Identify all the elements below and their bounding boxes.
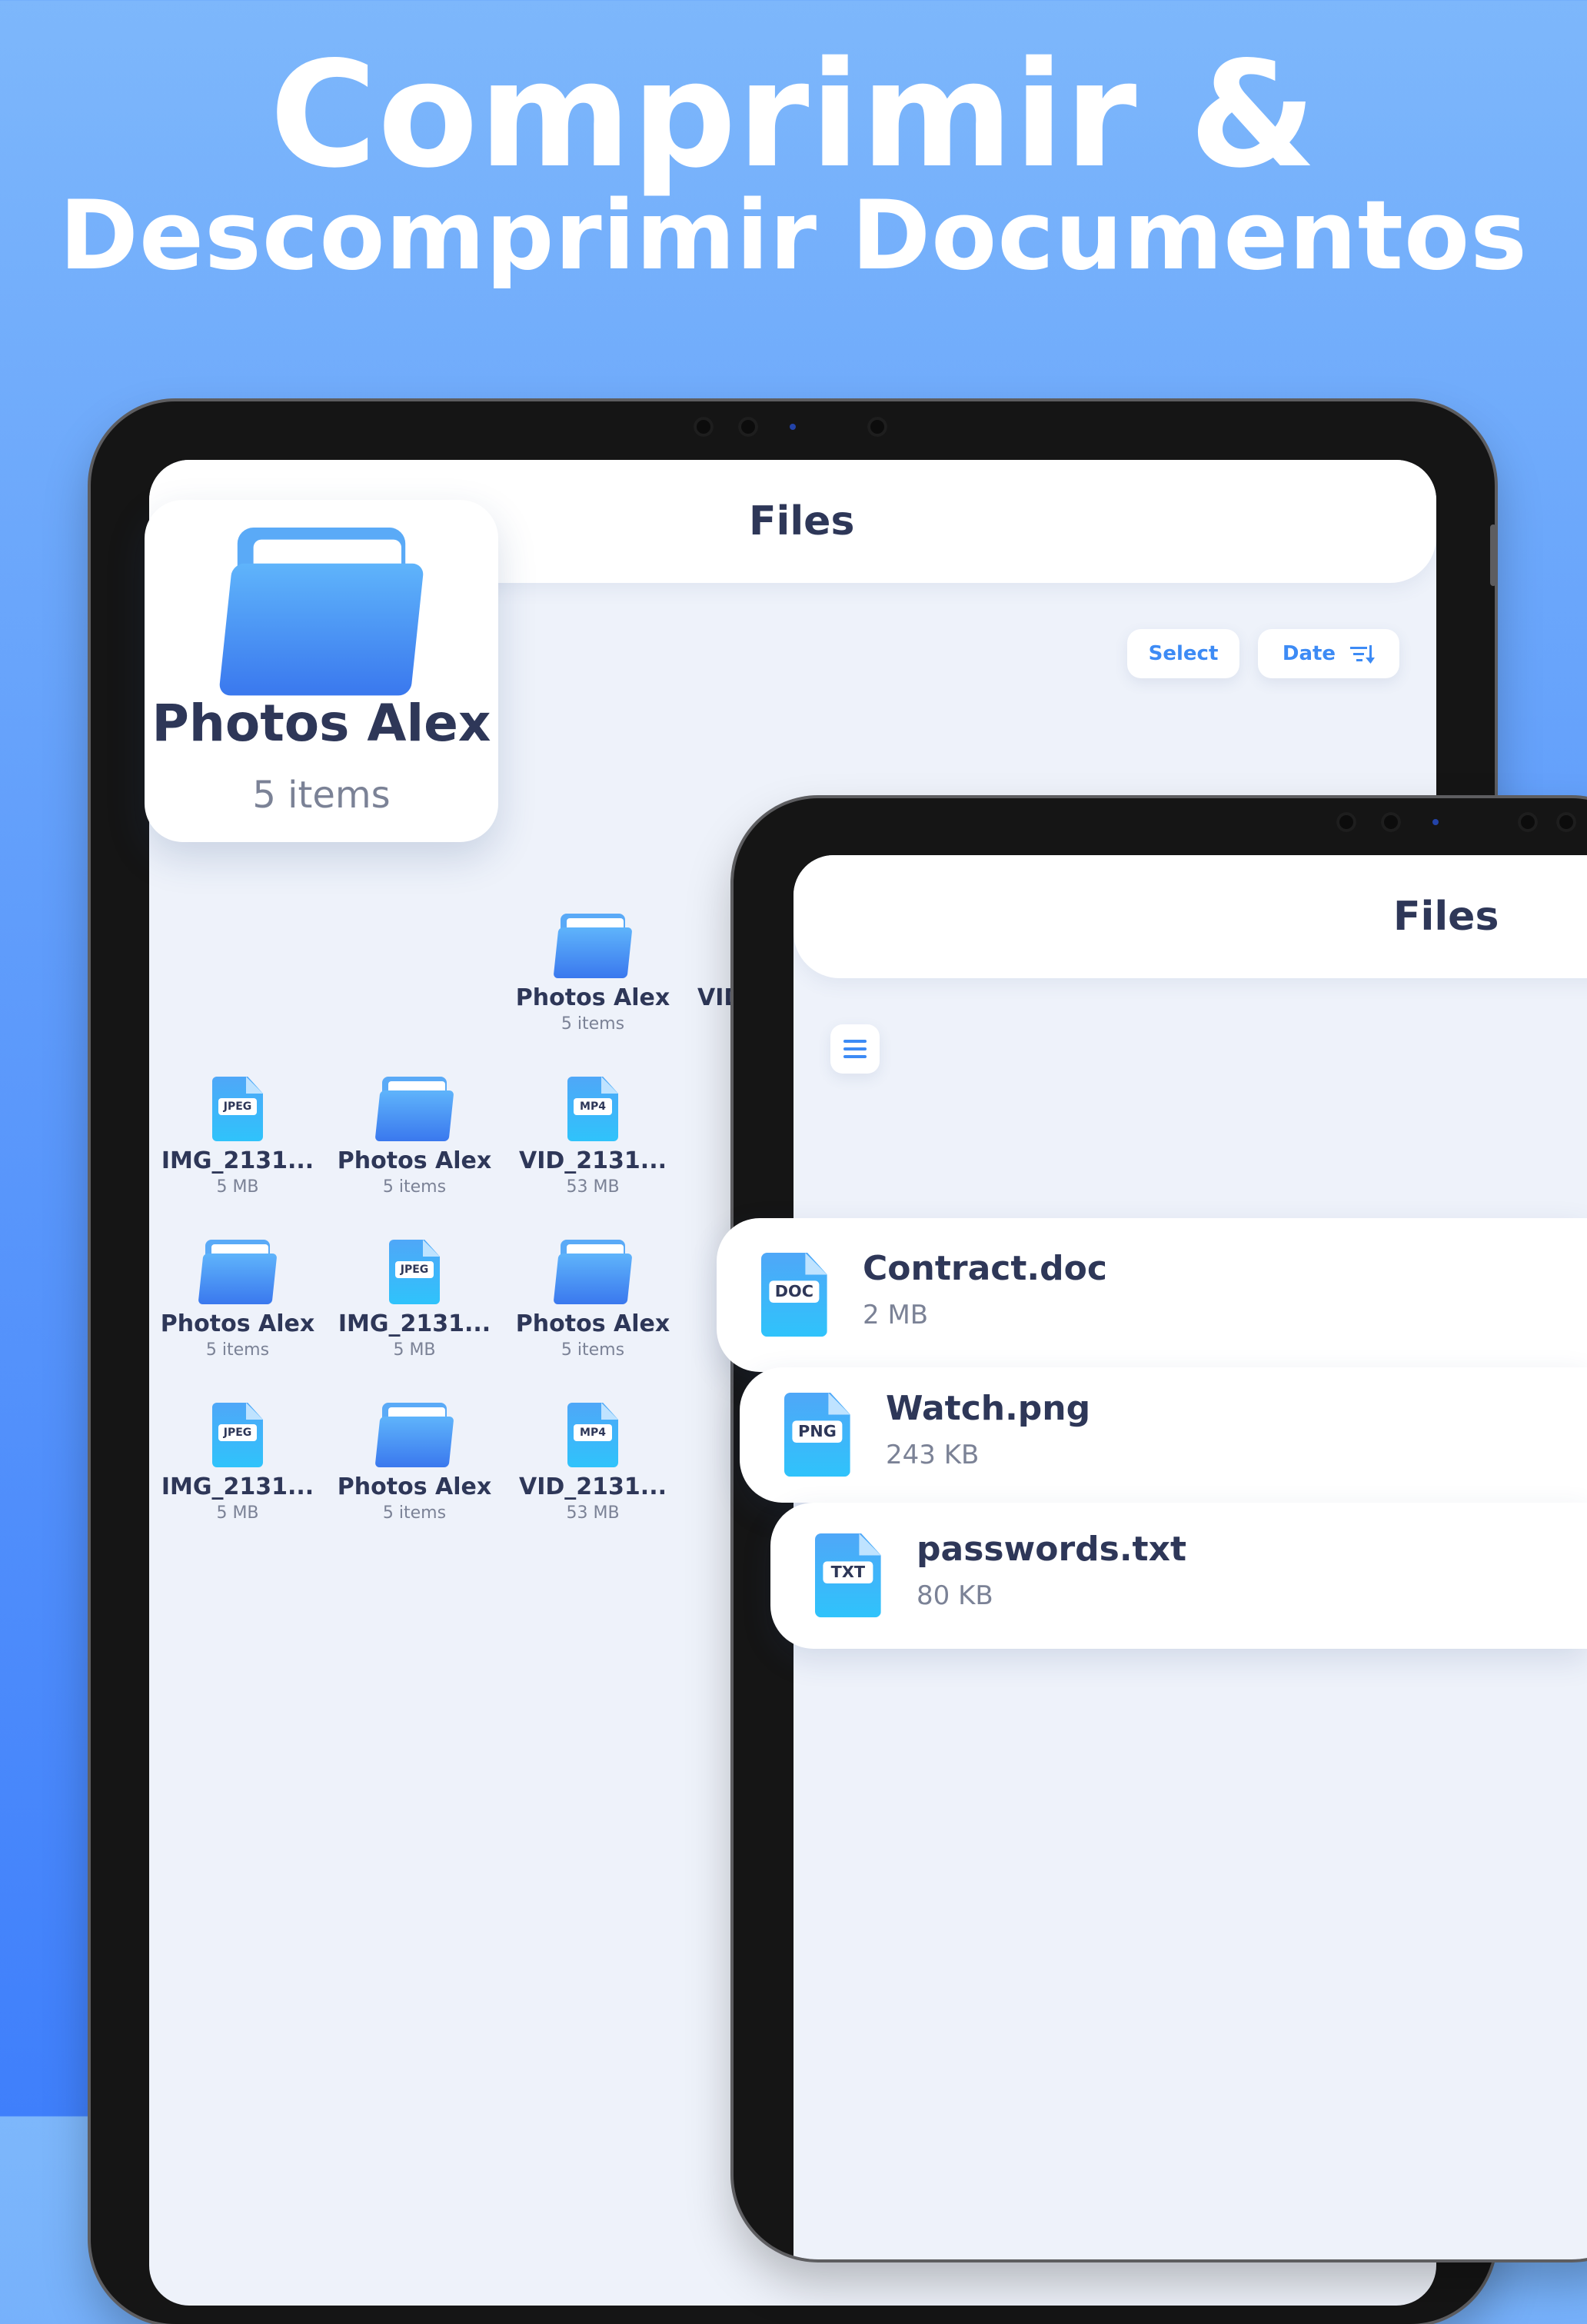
item-name: Photos Alex xyxy=(160,1310,315,1337)
page-title: Files xyxy=(1393,894,1499,940)
file-size: 243 KB xyxy=(886,1440,980,1470)
camera-dot xyxy=(867,417,887,437)
file-type-tag: MP4 xyxy=(574,1424,612,1441)
png-file-icon: PNG xyxy=(784,1393,850,1477)
file-row-watch[interactable]: PNG Watch.png 243 KB xyxy=(740,1367,1587,1503)
folder-icon xyxy=(374,1403,454,1467)
item-name: Photos Alex xyxy=(337,1473,492,1500)
file-type-tag: JPEG xyxy=(218,1098,257,1115)
file-type-tag: JPEG xyxy=(218,1424,257,1441)
item-meta: 5 items xyxy=(205,1340,270,1360)
select-label: Select xyxy=(1148,642,1219,665)
jpeg-file-icon: JPEG xyxy=(389,1240,440,1304)
item-meta: 5 items xyxy=(561,1340,625,1360)
file-name: passwords.txt xyxy=(917,1530,1186,1569)
camera-dot xyxy=(1336,812,1356,832)
jpeg-file-icon: JPEG xyxy=(212,1403,263,1467)
item-name: Photos Alex xyxy=(337,1147,492,1174)
item-meta: 53 MB xyxy=(566,1503,620,1523)
files-header: Files xyxy=(794,855,1587,978)
preview-subtitle: 5 items xyxy=(252,774,391,817)
item-name: VID_2131... xyxy=(519,1473,667,1500)
hamburger-menu-icon[interactable] xyxy=(830,1024,880,1074)
item-meta: 53 MB xyxy=(566,1177,620,1197)
file-size: 2 MB xyxy=(863,1300,929,1330)
grid-folder-item[interactable]: Photos Alex 5 items xyxy=(326,1403,503,1523)
mp4-file-icon: MP4 xyxy=(567,1403,618,1467)
item-name: Photos Alex xyxy=(515,1310,670,1337)
doc-file-icon: DOC xyxy=(761,1253,827,1337)
item-name: VID_2131... xyxy=(519,1147,667,1174)
sort-icon xyxy=(1350,644,1376,664)
camera-dot xyxy=(1518,812,1538,832)
camera-led xyxy=(1432,819,1439,825)
item-name: Photos Alex xyxy=(515,984,670,1011)
mp4-file-icon: MP4 xyxy=(567,1077,618,1141)
folder-preview-card[interactable]: Photos Alex 5 items xyxy=(145,500,498,842)
item-name: IMG_2131... xyxy=(161,1473,314,1500)
grid-folder-item[interactable]: Photos Alex 5 items xyxy=(326,1077,503,1197)
file-type-tag: MP4 xyxy=(574,1098,612,1115)
item-meta: 5 MB xyxy=(393,1340,436,1360)
grid-folder-item[interactable]: Photos Alex 5 items xyxy=(504,1240,681,1360)
select-button[interactable]: Select xyxy=(1127,629,1239,678)
file-name: Contract.doc xyxy=(863,1249,1107,1288)
file-name: Watch.png xyxy=(886,1389,1091,1428)
file-row-contract[interactable]: DOC Contract.doc 2 MB xyxy=(717,1218,1587,1372)
file-type-tag: PNG xyxy=(792,1420,843,1443)
folder-icon xyxy=(218,528,424,696)
date-label: Date xyxy=(1282,642,1336,665)
txt-file-icon: TXT xyxy=(815,1533,881,1618)
page-title: Files xyxy=(749,498,855,544)
file-size: 80 KB xyxy=(917,1580,993,1611)
preview-title: Photos Alex xyxy=(151,694,491,753)
item-meta: 5 MB xyxy=(216,1503,259,1523)
file-type-tag: DOC xyxy=(769,1280,820,1303)
folder-icon xyxy=(553,914,633,978)
item-name: IMG_2131... xyxy=(161,1147,314,1174)
folder-icon xyxy=(374,1077,454,1141)
file-row-passwords[interactable]: TXT passwords.txt 80 KB xyxy=(770,1503,1587,1649)
grid-folder-item[interactable]: Photos Alex 5 items xyxy=(149,1240,326,1360)
item-name: IMG_2131... xyxy=(338,1310,491,1337)
grid-file-item[interactable]: MP4 VID_2131... 53 MB xyxy=(504,1403,681,1523)
item-meta: 5 items xyxy=(382,1177,447,1197)
file-type-tag: JPEG xyxy=(395,1261,434,1278)
item-meta: 5 items xyxy=(382,1503,447,1523)
camera-dot xyxy=(1381,812,1401,832)
camera-dot xyxy=(1556,812,1576,832)
jpeg-file-icon: JPEG xyxy=(212,1077,263,1141)
grid-file-item[interactable]: JPEG IMG_2131... 5 MB xyxy=(326,1240,503,1360)
item-meta: 5 items xyxy=(561,1014,625,1034)
date-sort-button[interactable]: Date xyxy=(1258,629,1399,678)
side-button xyxy=(1490,524,1495,586)
grid-folder-item[interactable]: Photos Alex 5 items xyxy=(504,914,681,1034)
grid-file-item[interactable]: MP4 VID_2131... 53 MB xyxy=(504,1077,681,1197)
grid-file-item[interactable]: JPEG IMG_2131... 5 MB xyxy=(149,1403,326,1523)
headline-line-1: Comprimir & xyxy=(269,30,1318,200)
camera-led xyxy=(790,424,796,430)
camera-dot xyxy=(738,417,758,437)
headline-line-2: Descomprimir Documentos xyxy=(59,181,1528,291)
item-meta: 5 MB xyxy=(216,1177,259,1197)
folder-icon xyxy=(553,1240,633,1304)
grid-file-item[interactable]: JPEG IMG_2131... 5 MB xyxy=(149,1077,326,1197)
folder-icon xyxy=(198,1240,278,1304)
file-type-tag: TXT xyxy=(823,1561,873,1583)
camera-dot xyxy=(694,417,714,437)
